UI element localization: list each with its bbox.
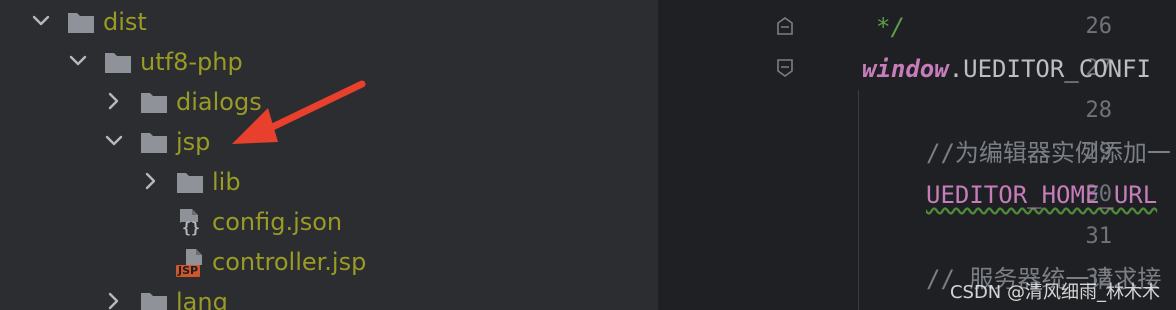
code-keyword: window [862,55,949,83]
project-tree: dist utf8-php dialogs jsp lib {} config.… [0,0,658,310]
folder-icon [140,90,168,114]
watermark: CSDN @清风细雨_林木木 [949,282,1160,303]
jsp-file-icon: JSP [176,247,208,279]
line-number: 26 [1085,14,1113,39]
fold-end-icon[interactable] [776,16,794,36]
json-file-icon: {} [176,207,208,239]
folder-icon [67,10,95,34]
code-line-26: */ [876,13,905,41]
tree-item-dist[interactable]: dist [0,2,658,42]
tree-item-label: lang [176,288,228,310]
chevron-right-icon[interactable] [103,290,125,310]
code-line-29: //为编辑器实例添加一 [926,139,1171,167]
tree-item-config-json[interactable]: {} config.json [0,202,658,242]
jsp-badge: JSP [176,264,201,277]
fold-start-icon[interactable] [776,58,794,78]
chevron-right-icon[interactable] [140,170,162,192]
tree-item-lib[interactable]: lib [0,162,658,202]
folder-icon [104,50,132,74]
code-line-27: window.UEDITOR_CONFI [862,48,1151,90]
tree-item-label: dist [103,8,147,36]
tree-item-label: utf8-php [140,48,243,76]
tree-item-label: controller.jsp [212,248,367,276]
chevron-down-icon[interactable] [30,10,52,32]
code-line-30: UEDITOR_HOME_URL [926,174,1157,216]
folder-icon [140,290,168,310]
tree-item-lang[interactable]: lang [0,282,658,310]
chevron-down-icon[interactable] [67,50,89,72]
tree-item-jsp[interactable]: jsp [0,122,658,162]
tree-item-controller-jsp[interactable]: JSP controller.jsp [0,242,658,282]
tree-item-utf8-php[interactable]: utf8-php [0,42,658,82]
code-editor[interactable]: 26 27 28 29 30 31 32 */ window.UEDITOR_C… [658,0,1176,310]
indent-guide [858,90,859,310]
tree-item-label: jsp [176,128,211,156]
json-badge: {} [182,219,201,237]
chevron-right-icon[interactable] [103,90,125,112]
tree-item-label: config.json [212,208,343,236]
line-gutter [658,0,786,310]
chevron-down-icon[interactable] [103,130,125,152]
tree-item-label: dialogs [176,88,262,116]
code-member: .UEDITOR_CONFI [948,55,1151,83]
folder-icon [140,130,168,154]
code-constant: UEDITOR_HOME_URL [926,181,1158,209]
tree-item-dialogs[interactable]: dialogs [0,82,658,122]
folder-icon [176,170,204,194]
tree-item-label: lib [212,168,241,196]
line-number: 28 [1085,98,1113,123]
line-number: 31 [1085,224,1113,249]
